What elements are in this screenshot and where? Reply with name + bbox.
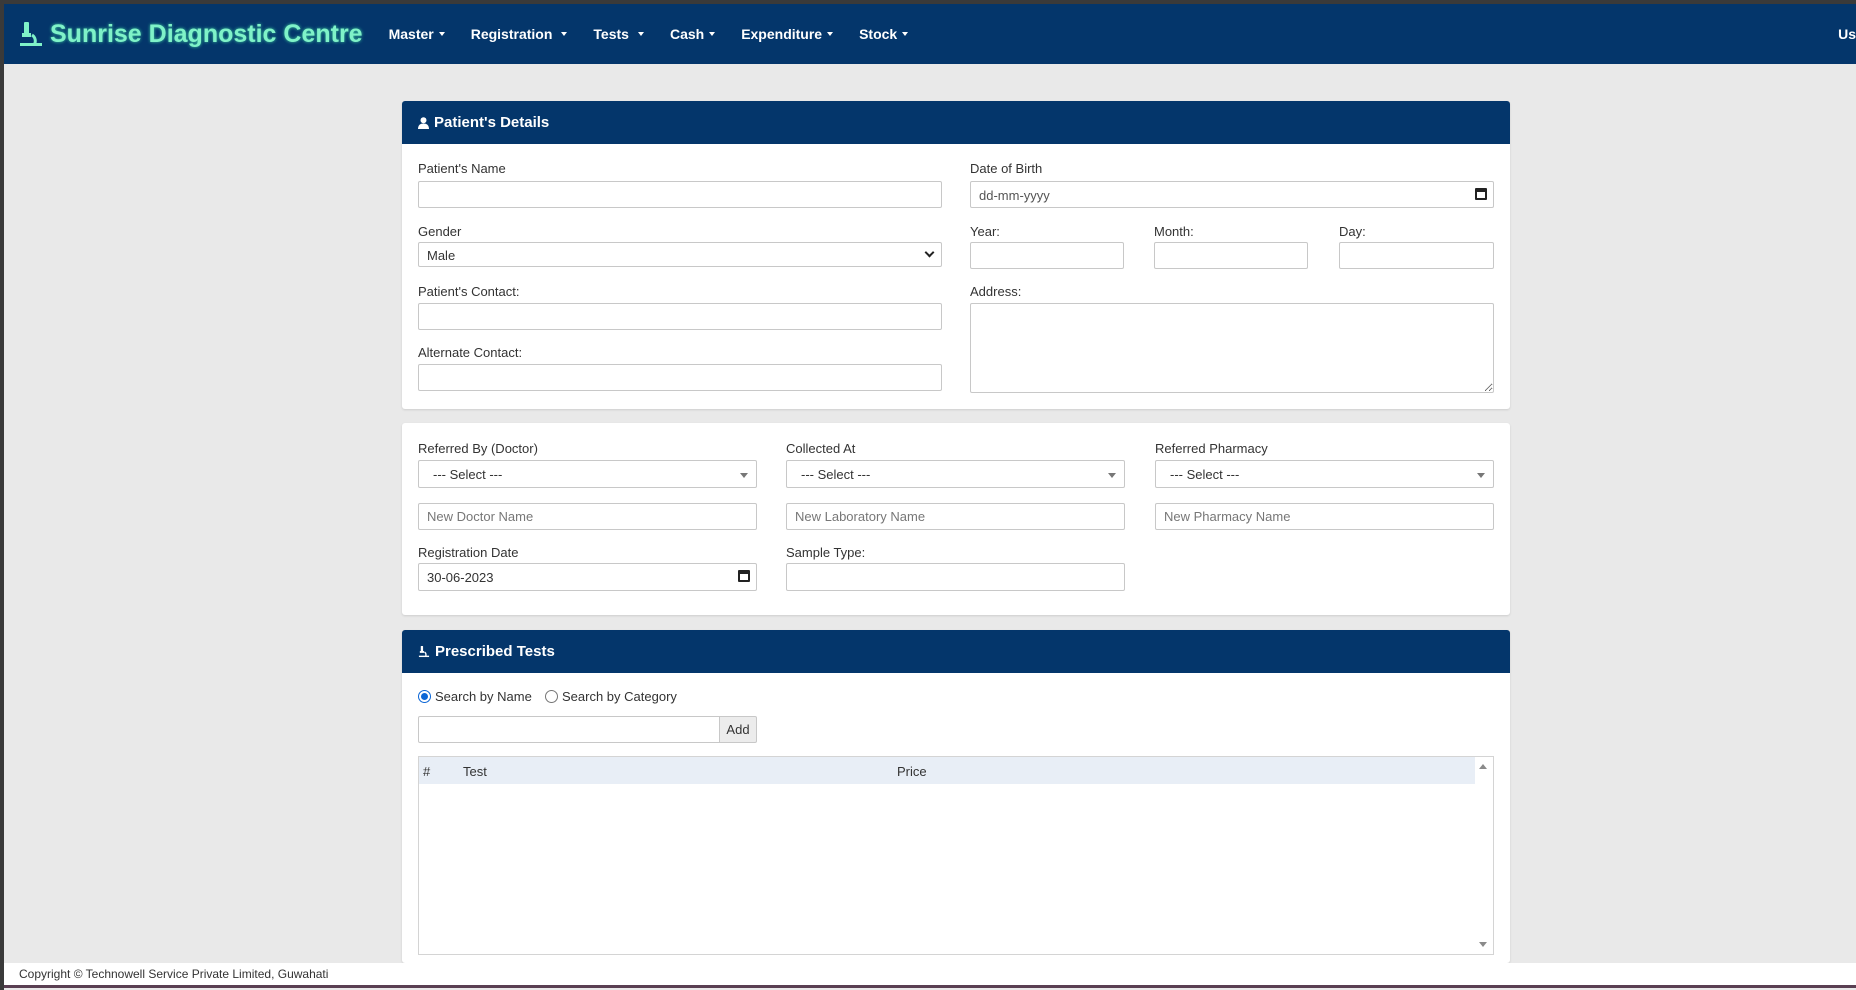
- referred-doctor-select[interactable]: --- Select ---: [418, 460, 757, 488]
- registration-date-input[interactable]: 30-06-2023: [418, 563, 757, 591]
- referred-doctor-label: Referred By (Doctor): [418, 441, 538, 456]
- year-label: Year:: [970, 224, 1000, 239]
- address-textarea[interactable]: [970, 303, 1494, 393]
- dob-placeholder: dd-mm-yyyy: [979, 188, 1050, 203]
- nav-master-label: Master: [388, 26, 434, 42]
- day-label: Day:: [1339, 224, 1366, 239]
- referral-card: Referred By (Doctor) --- Select --- Coll…: [402, 423, 1510, 615]
- nav-registration[interactable]: Registration: [471, 26, 568, 42]
- referred-doctor-value: --- Select ---: [433, 467, 503, 482]
- chevron-down-icon: [827, 32, 834, 36]
- sample-type-label: Sample Type:: [786, 545, 866, 560]
- search-by-name-label[interactable]: Search by Name: [435, 689, 532, 704]
- chevron-down-icon: [438, 32, 445, 36]
- nav-cash[interactable]: Cash: [669, 26, 716, 42]
- prescribed-tests-header: Prescribed Tests: [402, 630, 1510, 673]
- chevron-down-icon: [561, 32, 568, 36]
- search-by-name-radio[interactable]: [418, 690, 431, 703]
- search-by-category-radio[interactable]: [545, 690, 558, 703]
- nav-expenditure[interactable]: Expenditure: [741, 26, 834, 42]
- patient-name-label: Patient's Name: [418, 161, 506, 176]
- dropdown-arrow-icon: [740, 473, 748, 478]
- patient-details-card: Patient's Details Patient's Name Date of…: [402, 101, 1510, 409]
- patient-details-title: Patient's Details: [434, 114, 550, 131]
- window-left-border: [0, 0, 4, 990]
- footer-bottom-bar: [4, 985, 1856, 988]
- search-by-category-label[interactable]: Search by Category: [562, 689, 677, 704]
- column-header-price: Price: [897, 764, 927, 779]
- patient-contact-label: Patient's Contact:: [418, 284, 520, 299]
- user-icon: [418, 116, 429, 129]
- dob-label: Date of Birth: [970, 161, 1043, 176]
- brand-logo[interactable]: Sunrise Diagnostic Centre: [18, 20, 363, 49]
- column-header-index: #: [423, 764, 431, 779]
- chevron-down-icon: [924, 247, 935, 258]
- page-footer: Copyright © Technowell Service Private L…: [4, 963, 1856, 985]
- dropdown-arrow-icon: [1108, 473, 1116, 478]
- collected-at-label: Collected At: [786, 441, 856, 456]
- patient-details-header: Patient's Details: [402, 101, 1510, 144]
- sample-type-input[interactable]: [786, 563, 1125, 591]
- referred-pharmacy-select[interactable]: --- Select ---: [1155, 460, 1494, 488]
- top-navbar: Sunrise Diagnostic Centre Master Registr…: [4, 4, 1856, 64]
- gender-value: Male: [427, 248, 456, 263]
- brand-title: Sunrise Diagnostic Centre: [50, 19, 363, 48]
- referred-pharmacy-value: --- Select ---: [1170, 467, 1240, 482]
- calendar-icon[interactable]: [738, 570, 750, 582]
- registration-date-label: Registration Date: [418, 545, 519, 560]
- new-pharmacy-input[interactable]: [1155, 503, 1494, 530]
- test-search-input[interactable]: [418, 716, 720, 743]
- collected-at-select[interactable]: --- Select ---: [786, 460, 1125, 488]
- prescribed-tests-title: Prescribed Tests: [435, 643, 555, 660]
- age-year-input[interactable]: [970, 242, 1124, 269]
- alternate-contact-input[interactable]: [418, 364, 942, 391]
- scroll-down-arrow-icon[interactable]: [1479, 942, 1487, 947]
- collected-at-value: --- Select ---: [801, 467, 871, 482]
- tests-table: # Test Price: [418, 756, 1494, 955]
- microscope-icon: [20, 22, 42, 46]
- nav-expenditure-label: Expenditure: [741, 26, 823, 42]
- nav-stock[interactable]: Stock: [859, 26, 909, 42]
- nav-master[interactable]: Master: [389, 26, 445, 42]
- nav-tests[interactable]: Tests: [593, 26, 644, 42]
- microscope-icon: [418, 645, 430, 658]
- new-doctor-input[interactable]: [418, 503, 757, 530]
- chevron-down-icon: [709, 32, 716, 36]
- patient-name-input[interactable]: [418, 181, 942, 208]
- add-test-button[interactable]: Add: [719, 716, 757, 743]
- registration-date-value: 30-06-2023: [427, 570, 494, 585]
- column-header-test: Test: [463, 764, 487, 779]
- tests-table-header: # Test Price: [419, 757, 1475, 784]
- gender-label: Gender: [418, 224, 462, 239]
- chevron-down-icon: [902, 32, 909, 36]
- calendar-icon[interactable]: [1475, 188, 1487, 200]
- nav-stock-label: Stock: [859, 26, 898, 42]
- scroll-up-arrow-icon[interactable]: [1479, 764, 1487, 769]
- age-month-input[interactable]: [1154, 242, 1308, 269]
- dob-input[interactable]: dd-mm-yyyy: [970, 181, 1494, 208]
- nav-user-menu[interactable]: Us: [1838, 26, 1856, 42]
- alternate-contact-label: Alternate Contact:: [418, 345, 523, 360]
- month-label: Month:: [1154, 224, 1194, 239]
- new-laboratory-input[interactable]: [786, 503, 1125, 530]
- age-day-input[interactable]: [1339, 242, 1494, 269]
- patient-contact-input[interactable]: [418, 303, 942, 330]
- referred-pharmacy-label: Referred Pharmacy: [1155, 441, 1268, 456]
- chevron-down-icon: [637, 32, 644, 36]
- nav-registration-label: Registration: [470, 26, 553, 42]
- gender-select[interactable]: Male: [418, 242, 942, 267]
- nav-cash-label: Cash: [669, 26, 705, 42]
- address-label: Address:: [970, 284, 1022, 299]
- nav-tests-label: Tests: [593, 26, 629, 42]
- prescribed-tests-card: Prescribed Tests Search by Name Search b…: [402, 630, 1510, 963]
- dropdown-arrow-icon: [1477, 473, 1485, 478]
